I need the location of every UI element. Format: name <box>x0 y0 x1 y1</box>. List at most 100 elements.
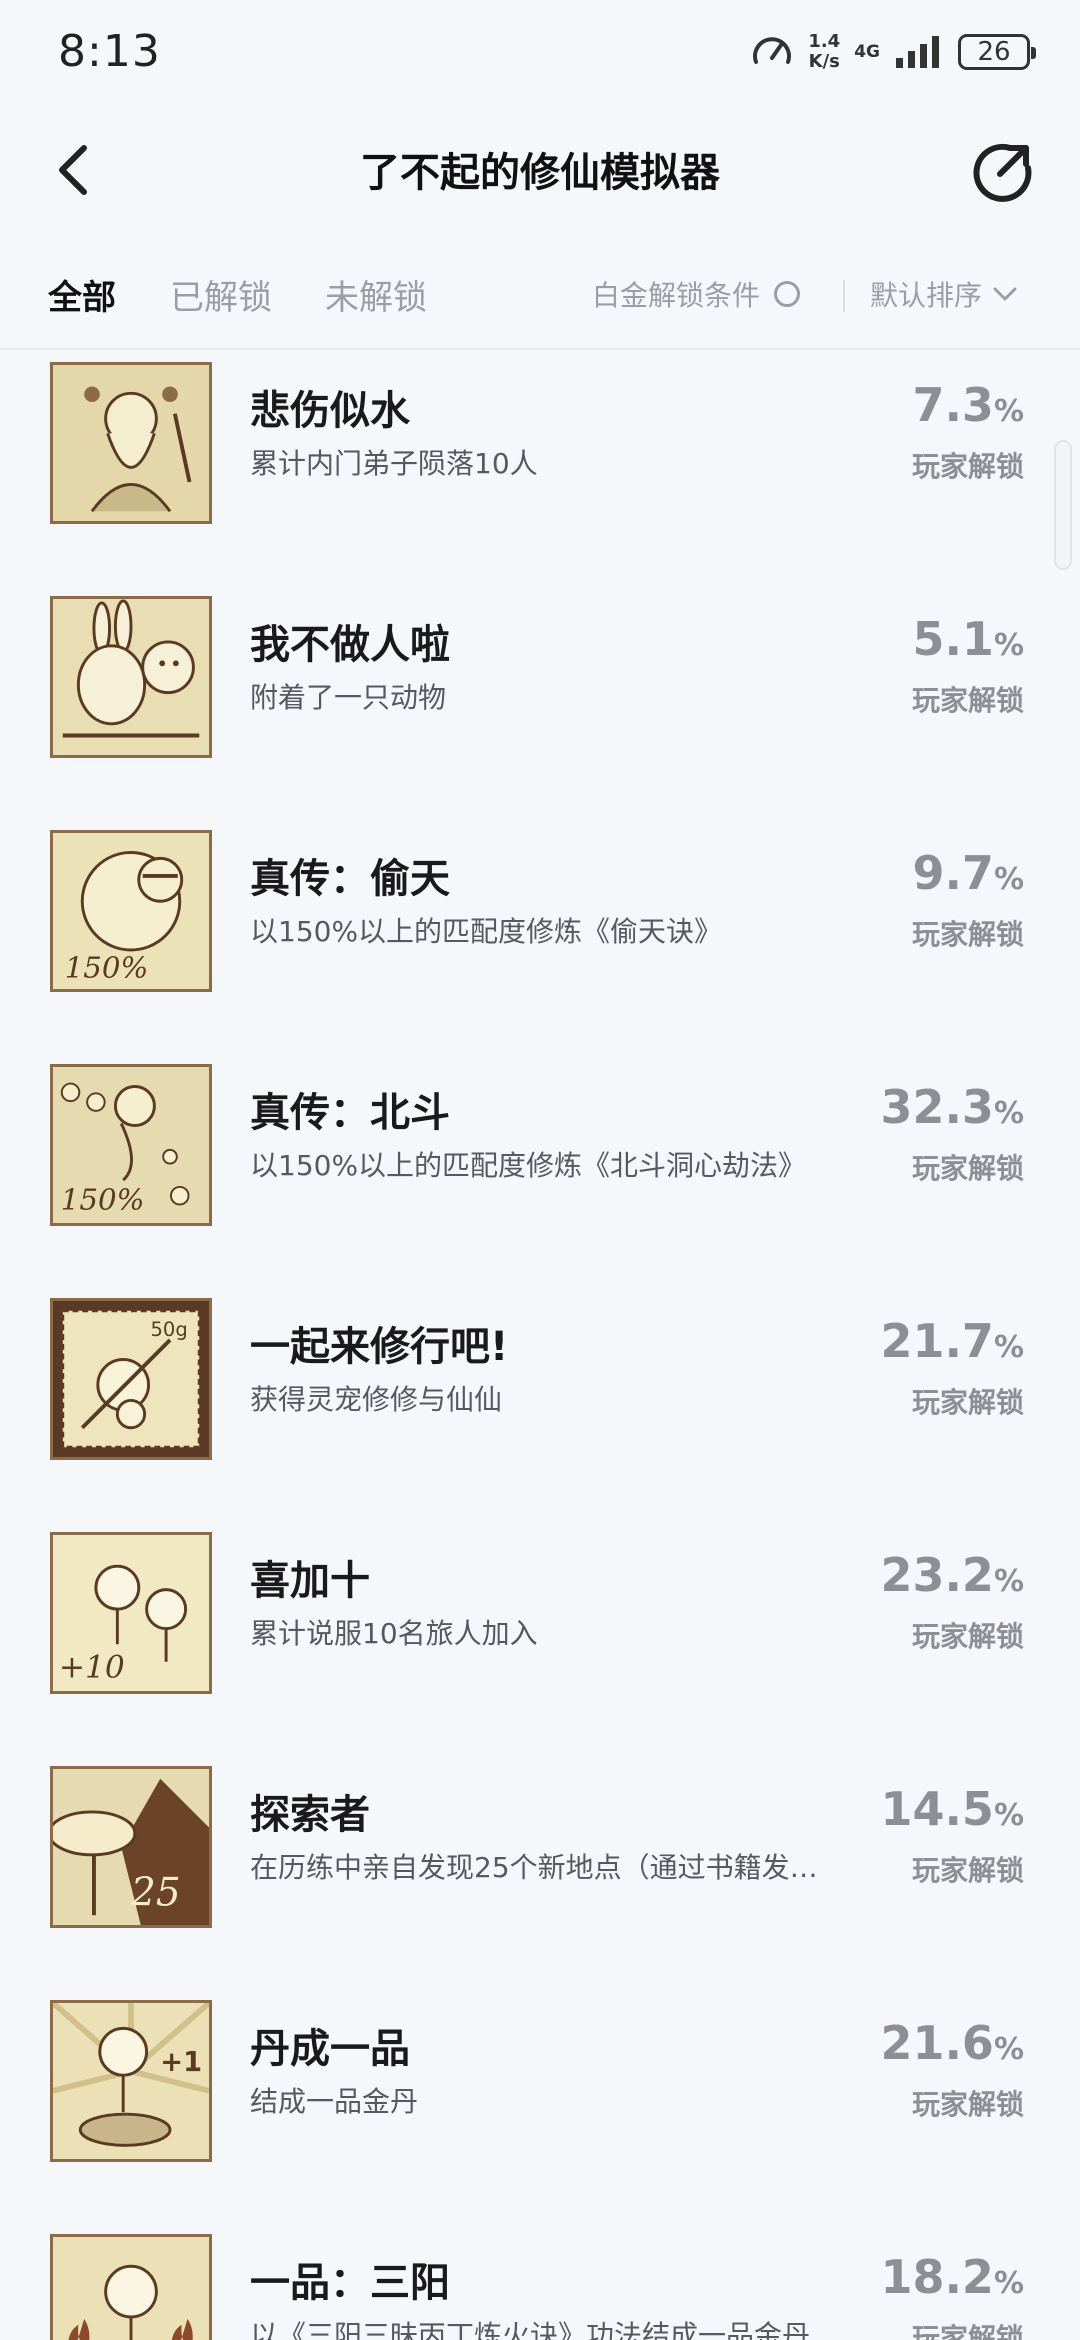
unlock-label: 玩家解锁 <box>911 1854 1024 1887</box>
achievement-list[interactable]: 悲伤似水 累计内门弟子陨落10人 7.3% 玩家解锁 我不做人啦 附着了一只动物… <box>0 352 1080 2340</box>
list-item[interactable]: 150% 真传：北斗 以150%以上的匹配度修炼《北斗洞心劫法》 32.3% 玩… <box>0 1034 1080 1268</box>
achievement-desc: 以150%以上的匹配度修炼《北斗洞心劫法》 <box>250 1149 807 1182</box>
stars-meditation-icon: 150% <box>50 1064 212 1226</box>
tab-all[interactable]: 全部 <box>48 270 116 319</box>
percent-sign: % <box>993 1564 1024 1599</box>
unlock-label: 玩家解锁 <box>911 1386 1024 1419</box>
filter-bar: 全部 已解锁 未解锁 白金解锁条件 默认排序 <box>0 250 1080 350</box>
percent-sign: % <box>993 1096 1024 1131</box>
achievement-title: 一品：三阳 <box>250 2260 450 2306</box>
unlock-label: 玩家解锁 <box>911 1620 1024 1653</box>
rabbit-spirit-icon <box>50 596 212 758</box>
app-header: 了不起的修仙模拟器 <box>0 110 1080 230</box>
percent-sign: % <box>993 628 1024 663</box>
list-item[interactable]: 150% 真传：偷天 以150%以上的匹配度修炼《偷天诀》 9.7% 玩家解锁 <box>0 800 1080 1034</box>
unlock-percent: 7.3 <box>912 378 994 432</box>
percent-sign: % <box>993 1798 1024 1833</box>
unlock-label: 玩家解锁 <box>911 450 1024 483</box>
list-item[interactable]: 我不做人啦 附着了一只动物 5.1% 玩家解锁 <box>0 566 1080 800</box>
unlock-label: 玩家解锁 <box>911 918 1024 951</box>
unlock-percent: 23.2 <box>880 1548 994 1602</box>
unlock-label: 玩家解锁 <box>911 2322 1024 2340</box>
percent-sign: % <box>993 862 1024 897</box>
unlock-rate: 23.2% 玩家解锁 <box>880 1548 1024 1655</box>
unlock-rate: 21.7% 玩家解锁 <box>880 1314 1024 1421</box>
unlock-rate: 9.7% 玩家解锁 <box>912 846 1024 953</box>
achievement-title: 我不做人啦 <box>250 622 450 668</box>
achievement-desc: 在历练中亲自发现25个新地点（通过书籍发现的不计） <box>250 1851 830 1884</box>
badge-text: 50g <box>151 1318 188 1341</box>
badge-text: +10 <box>59 1649 125 1685</box>
unlock-rate: 18.2% 玩家解锁 <box>880 2250 1024 2340</box>
thief-orb-icon: 150% <box>50 830 212 992</box>
achievement-title: 喜加十 <box>250 1558 370 1604</box>
achievement-desc: 结成一品金丹 <box>250 2085 419 2118</box>
battery-icon: 26 <box>958 34 1036 70</box>
share-icon[interactable] <box>970 140 1034 204</box>
unlock-percent: 21.6 <box>880 2016 994 2070</box>
travelers-icon: +10 <box>50 1532 212 1694</box>
unlock-percent: 14.5 <box>880 1782 994 1836</box>
unlock-rate: 5.1% 玩家解锁 <box>912 612 1024 719</box>
achievement-title: 真传：偷天 <box>250 856 450 902</box>
status-indicators: 1.4 K/s 4G 26 <box>750 28 1036 76</box>
mourning-elder-icon <box>50 362 212 524</box>
signal-icon <box>896 36 939 68</box>
achievement-desc: 以《三阳三昧丙丁炼火诀》功法结成一品金丹 <box>250 2319 811 2340</box>
unlock-label: 玩家解锁 <box>911 1152 1024 1185</box>
badge-text: 150% <box>61 1182 145 1216</box>
golden-core-icon: +1 <box>50 2000 212 2162</box>
unlock-label: 玩家解锁 <box>911 684 1024 717</box>
list-item[interactable]: 悲伤似水 累计内门弟子陨落10人 7.3% 玩家解锁 <box>0 352 1080 566</box>
list-item[interactable]: 一品：三阳 以《三阳三昧丙丁炼火诀》功法结成一品金丹 18.2% 玩家解锁 <box>0 2204 1080 2340</box>
list-item[interactable]: 25 探索者 在历练中亲自发现25个新地点（通过书籍发现的不计） 14.5% 玩… <box>0 1736 1080 1970</box>
achievement-desc: 累计内门弟子陨落10人 <box>250 447 538 480</box>
scrollbar-thumb[interactable] <box>1054 440 1072 570</box>
status-bar: 8:13 1.4 K/s 4G 26 <box>0 0 1080 110</box>
three-flames-icon <box>50 2234 212 2340</box>
sort-label: 默认排序 <box>870 279 983 312</box>
percent-sign: % <box>993 1330 1024 1365</box>
list-item[interactable]: 50g 一起来修行吧! 获得灵宠修修与仙仙 21.7% 玩家解锁 <box>0 1268 1080 1502</box>
achievement-desc: 以150%以上的匹配度修炼《偷天诀》 <box>250 915 723 948</box>
achievement-desc: 获得灵宠修修与仙仙 <box>250 1383 503 1416</box>
percent-sign: % <box>993 394 1024 429</box>
unlock-percent: 18.2 <box>880 2250 994 2304</box>
chevron-down-icon <box>993 287 1017 301</box>
percent-sign: % <box>993 2032 1024 2067</box>
unlock-percent: 9.7 <box>912 846 994 900</box>
list-item[interactable]: +1 丹成一品 结成一品金丹 21.6% 玩家解锁 <box>0 1970 1080 2204</box>
achievement-desc: 累计说服10名旅人加入 <box>250 1617 538 1650</box>
unlock-percent: 21.7 <box>880 1314 994 1368</box>
platinum-condition-toggle[interactable]: 白金解锁条件 <box>592 274 801 314</box>
tab-locked[interactable]: 未解锁 <box>325 270 427 319</box>
unlock-rate: 21.6% 玩家解锁 <box>880 2016 1024 2123</box>
list-item[interactable]: +10 喜加十 累计说服10名旅人加入 23.2% 玩家解锁 <box>0 1502 1080 1736</box>
percent-sign: % <box>993 2266 1024 2301</box>
achievement-title: 丹成一品 <box>250 2026 410 2072</box>
pet-stamp-icon: 50g <box>50 1298 212 1460</box>
unlock-rate: 32.3% 玩家解锁 <box>880 1080 1024 1187</box>
achievement-title: 探索者 <box>250 1792 370 1838</box>
unlock-percent: 5.1 <box>912 612 994 666</box>
explorer-mountain-icon: 25 <box>50 1766 212 1928</box>
net-speed-unit: K/s <box>808 51 840 72</box>
sort-dropdown[interactable]: 默认排序 <box>870 274 1018 314</box>
badge-text: 25 <box>130 1871 181 1916</box>
achievement-title: 真传：北斗 <box>250 1090 450 1136</box>
unlock-rate: 14.5% 玩家解锁 <box>880 1782 1024 1889</box>
unlock-percent: 32.3 <box>880 1080 994 1134</box>
speedometer-icon <box>753 37 792 64</box>
unlock-rate: 7.3% 玩家解锁 <box>912 378 1024 485</box>
radio-icon[interactable] <box>774 281 801 307</box>
achievement-title: 悲伤似水 <box>250 388 410 434</box>
network-type: 4G <box>854 42 880 62</box>
net-speed: 1.4 K/s <box>808 32 840 72</box>
badge-text: +1 <box>160 2047 202 2078</box>
tab-unlocked[interactable]: 已解锁 <box>170 270 272 319</box>
status-time: 8:13 <box>58 26 161 77</box>
platinum-label: 白金解锁条件 <box>592 279 761 312</box>
badge-text: 150% <box>65 950 149 984</box>
achievement-desc: 附着了一只动物 <box>250 681 447 714</box>
net-speed-value: 1.4 <box>808 31 841 52</box>
